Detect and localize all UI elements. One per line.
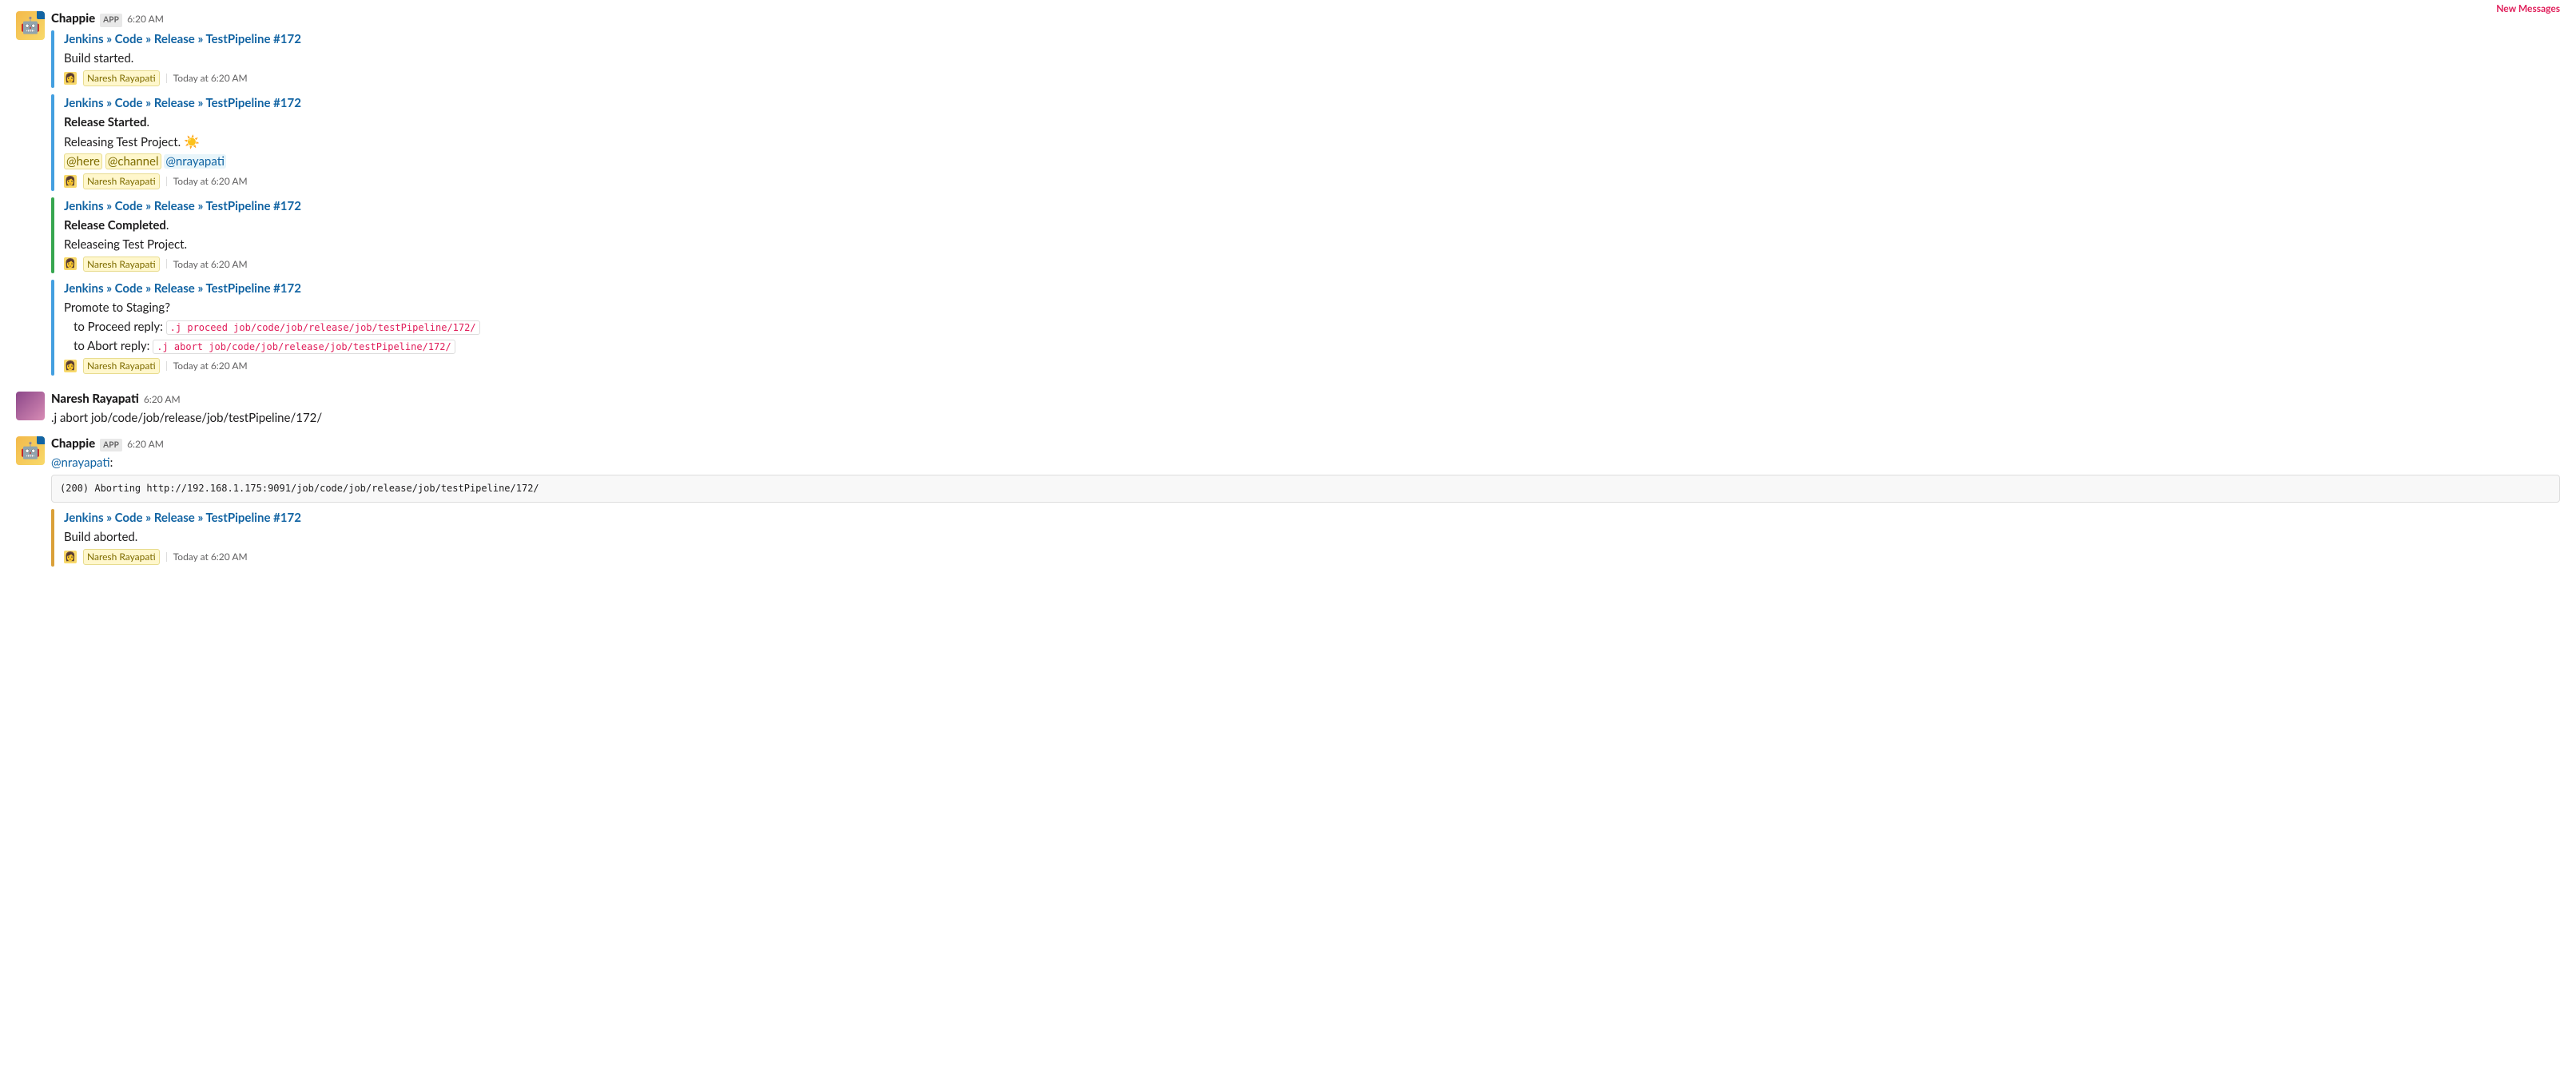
- attachment-title-link[interactable]: Jenkins » Code » Release » TestPipeline …: [64, 197, 2560, 215]
- abort-code[interactable]: .j abort job/code/job/release/job/testPi…: [153, 340, 455, 354]
- avatar-col: [16, 390, 45, 427]
- attachment-footer: Naresh Rayapati Today at 6:20 AM: [64, 358, 2560, 374]
- attachment-sidebar: [51, 30, 54, 88]
- message-chappie-2: Chappie APP 6:20 AM @nrayapati: (200) Ab…: [16, 432, 2560, 576]
- message-timestamp[interactable]: 6:20 AM: [127, 437, 164, 451]
- footer-divider: [166, 361, 167, 371]
- attachment: Jenkins » Code » Release » TestPipeline …: [51, 197, 2560, 274]
- attachment-text: @here @channel @nrayapati: [64, 153, 2560, 170]
- abort-reply-row: to Abort reply: .j abort job/code/job/re…: [74, 337, 2560, 355]
- footer-timestamp: Today at 6:20 AM: [173, 550, 248, 564]
- attachment-footer: Naresh Rayapati Today at 6:20 AM: [64, 257, 2560, 272]
- attachment-title-link[interactable]: Jenkins » Code » Release » TestPipeline …: [64, 280, 2560, 297]
- user-avatar[interactable]: [16, 392, 45, 420]
- chappie-avatar[interactable]: [16, 11, 45, 40]
- attachment-text: Promote to Staging?: [64, 299, 2560, 316]
- new-messages-indicator[interactable]: New Messages: [2496, 2, 2560, 16]
- message-header: Chappie APP 6:20 AM: [51, 10, 2560, 27]
- author-name[interactable]: Chappie: [51, 435, 95, 452]
- message-body: @nrayapati:: [51, 454, 2560, 471]
- attachment-sidebar: [51, 280, 54, 376]
- proceed-reply-row: to Proceed reply: .j proceed job/code/jo…: [74, 318, 2560, 336]
- footer-timestamp: Today at 6:20 AM: [173, 174, 248, 189]
- footer-avatar-icon: [64, 257, 77, 270]
- attachment: Jenkins » Code » Release » TestPipeline …: [51, 94, 2560, 191]
- attachment: Jenkins » Code » Release » TestPipeline …: [51, 30, 2560, 88]
- message-naresh: Naresh Rayapati 6:20 AM .j abort job/cod…: [16, 387, 2560, 430]
- footer-author-name[interactable]: Naresh Rayapati: [83, 549, 160, 565]
- footer-author-name[interactable]: Naresh Rayapati: [83, 257, 160, 272]
- footer-divider: [166, 177, 167, 186]
- message-timestamp[interactable]: 6:20 AM: [127, 12, 164, 26]
- attachment-footer: Naresh Rayapati Today at 6:20 AM: [64, 173, 2560, 189]
- app-badge-corner-icon: [37, 436, 45, 444]
- attachment-text: Releasing Test Project. ☀️: [64, 133, 2560, 151]
- mention-user[interactable]: @nrayapati: [51, 455, 110, 470]
- mention-channel[interactable]: @channel: [105, 153, 161, 169]
- attachment-footer: Naresh Rayapati Today at 6:20 AM: [64, 70, 2560, 86]
- attachment-text: Build started.: [64, 50, 2560, 67]
- avatar-col: [16, 10, 45, 382]
- footer-avatar-icon: [64, 551, 77, 563]
- attachment-title-link[interactable]: Jenkins » Code » Release » TestPipeline …: [64, 30, 2560, 48]
- attachment-text: Release Completed.: [64, 217, 2560, 234]
- attachment-text: Build aborted.: [64, 528, 2560, 546]
- attachment-sidebar: [51, 94, 54, 191]
- chappie-avatar[interactable]: [16, 436, 45, 465]
- author-name[interactable]: Chappie: [51, 10, 95, 27]
- attachment-title-link[interactable]: Jenkins » Code » Release » TestPipeline …: [64, 94, 2560, 112]
- attachment: Jenkins » Code » Release » TestPipeline …: [51, 509, 2560, 567]
- message-chappie-1: Chappie APP 6:20 AM Jenkins » Code » Rel…: [16, 6, 2560, 385]
- app-badge-corner-icon: [37, 11, 45, 19]
- attachment-title-link[interactable]: Jenkins » Code » Release » TestPipeline …: [64, 509, 2560, 527]
- avatar-col: [16, 435, 45, 573]
- footer-divider: [166, 552, 167, 562]
- message-header: Chappie APP 6:20 AM: [51, 435, 2560, 452]
- app-badge: APP: [100, 14, 122, 27]
- footer-timestamp: Today at 6:20 AM: [173, 359, 248, 373]
- attachment-text: Release Started.: [64, 113, 2560, 131]
- author-name[interactable]: Naresh Rayapati: [51, 390, 139, 408]
- attachment-footer: Naresh Rayapati Today at 6:20 AM: [64, 549, 2560, 565]
- attachment-sidebar: [51, 197, 54, 274]
- footer-avatar-icon: [64, 175, 77, 188]
- footer-divider: [166, 259, 167, 268]
- proceed-code[interactable]: .j proceed job/code/job/release/job/test…: [166, 320, 480, 335]
- attachment: Jenkins » Code » Release » TestPipeline …: [51, 280, 2560, 376]
- footer-author-name[interactable]: Naresh Rayapati: [83, 70, 160, 86]
- message-body: .j abort job/code/job/release/job/testPi…: [51, 409, 2560, 427]
- message-timestamp[interactable]: 6:20 AM: [144, 392, 181, 407]
- attachment-text: Releaseing Test Project.: [64, 236, 2560, 253]
- code-block[interactable]: (200) Aborting http://192.168.1.175:9091…: [51, 475, 2560, 503]
- attachment-sidebar: [51, 509, 54, 567]
- footer-timestamp: Today at 6:20 AM: [173, 257, 248, 272]
- footer-divider: [166, 74, 167, 83]
- footer-avatar-icon: [64, 72, 77, 85]
- footer-author-name[interactable]: Naresh Rayapati: [83, 173, 160, 189]
- mention-user[interactable]: @nrayapati: [164, 154, 226, 169]
- footer-author-name[interactable]: Naresh Rayapati: [83, 358, 160, 374]
- message-header: Naresh Rayapati 6:20 AM: [51, 390, 2560, 408]
- mention-here[interactable]: @here: [64, 153, 102, 169]
- footer-avatar-icon: [64, 360, 77, 372]
- sun-emoji-icon: ☀️: [184, 134, 200, 149]
- app-badge: APP: [100, 439, 122, 452]
- footer-timestamp: Today at 6:20 AM: [173, 71, 248, 86]
